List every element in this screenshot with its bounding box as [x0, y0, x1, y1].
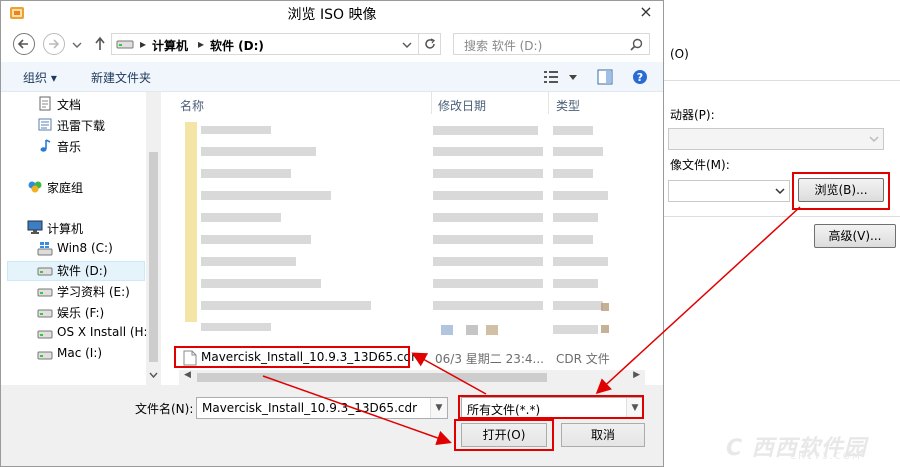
nav-scrollbar-thumb[interactable] — [149, 152, 158, 362]
column-header-name[interactable]: 名称 — [180, 97, 204, 114]
advanced-button[interactable]: 高级(V)... — [814, 224, 896, 248]
drive-icon — [37, 330, 53, 339]
horizontal-scrollbar[interactable]: ◀ ▶ — [179, 370, 645, 385]
search-placeholder: 搜索 软件 (D:) — [464, 39, 543, 53]
help-icon[interactable]: ? — [632, 69, 648, 85]
filename-label: 文件名(N): — [135, 402, 194, 416]
homegroup-icon — [28, 181, 42, 193]
arrow-right-icon — [49, 39, 60, 49]
organize-menu[interactable]: 组织 ▾ — [23, 69, 57, 86]
file-date: 06/3 星期二 23:4... — [435, 352, 544, 366]
chevron-down-icon — [775, 188, 785, 195]
screen: (O) 动器(P): 像文件(M): 浏览(B)... 高级(V)... 浏览 … — [0, 0, 900, 467]
chevron-down-icon — [869, 136, 879, 143]
search-box[interactable]: 搜索 软件 (D:) — [453, 33, 650, 55]
annotation-box-browse — [792, 172, 890, 210]
history-dropdown-icon[interactable] — [72, 41, 82, 49]
chevron-down-icon[interactable] — [149, 372, 158, 378]
image-file-label: 像文件(M): — [670, 158, 730, 172]
folder-icon — [38, 118, 52, 131]
background-option-label: (O) — [670, 47, 689, 61]
svg-text:?: ? — [637, 71, 643, 84]
drive-icon — [116, 40, 134, 49]
refresh-icon[interactable] — [423, 37, 437, 51]
drive-icon — [37, 309, 53, 318]
search-icon[interactable] — [630, 38, 643, 51]
column-header-modified[interactable]: 修改日期 — [438, 97, 486, 114]
image-file-combo[interactable] — [668, 180, 790, 202]
filename-value: Mavercisk_Install_10.9.3_13D65.cdr — [202, 401, 418, 415]
preview-pane-icon[interactable] — [597, 69, 613, 85]
windows-drive-icon — [37, 242, 53, 256]
file-list: 名称 修改日期 类型 Mavercisk_Install_10.9.3_13D6… — [161, 92, 663, 385]
document-icon — [39, 96, 51, 111]
background-separator — [662, 216, 900, 217]
watermark-logo-subtitle: CR173.COM — [790, 452, 862, 462]
annotation-box-filter — [458, 395, 644, 419]
drive-icon — [37, 288, 53, 297]
nav-scrollbar[interactable] — [146, 92, 161, 385]
annotation-box-open — [454, 419, 554, 451]
forward-button[interactable] — [43, 33, 65, 55]
address-bar[interactable]: ▸ 计算机 ▸ 软件 (D:) — [111, 33, 441, 55]
filename-input[interactable]: Mavercisk_Install_10.9.3_13D65.cdr ▼ — [196, 397, 448, 419]
window-title: 浏览 ISO 映像 — [287, 7, 377, 23]
drive-select[interactable] — [668, 128, 884, 150]
chevron-down-icon[interactable] — [402, 41, 412, 49]
up-arrow-icon[interactable] — [93, 36, 107, 52]
navigation-bar: ▸ 计算机 ▸ 软件 (D:) 搜索 软件 (D:) — [1, 26, 663, 62]
command-bar: 组织 ▾ 新建文件夹 ? — [1, 62, 663, 92]
close-button[interactable]: × — [631, 1, 661, 22]
computer-icon — [27, 220, 43, 234]
breadcrumb-computer[interactable]: 计算机 — [152, 37, 188, 54]
organize-label: 组织 — [23, 71, 48, 85]
new-folder-button[interactable]: 新建文件夹 — [91, 69, 151, 86]
navigation-pane: 文档 迅雷下载 音乐 家庭组 计算机 Win8 (C:) 软件 (D:) 学习资… — [1, 92, 161, 385]
chevron-down-icon[interactable] — [568, 74, 578, 82]
view-options-icon[interactable] — [544, 71, 558, 83]
file-type: CDR 文件 — [556, 352, 610, 366]
chevron-down-icon[interactable]: ▼ — [430, 398, 447, 418]
back-button[interactable] — [13, 33, 35, 55]
background-separator — [662, 80, 900, 81]
cancel-button[interactable]: 取消 — [561, 423, 645, 447]
breadcrumb-drive-d[interactable]: 软件 (D:) — [210, 37, 264, 54]
music-icon — [40, 139, 51, 152]
column-header-type[interactable]: 类型 — [556, 97, 580, 114]
title-bar: 浏览 ISO 映像 × — [1, 1, 663, 26]
drive-icon — [37, 267, 53, 276]
drive-icon — [37, 351, 53, 360]
arrow-left-icon — [17, 39, 28, 49]
annotation-box-file — [174, 346, 410, 368]
drive-label: 动器(P): — [670, 108, 715, 122]
horizontal-scrollbar-thumb[interactable] — [197, 373, 547, 382]
